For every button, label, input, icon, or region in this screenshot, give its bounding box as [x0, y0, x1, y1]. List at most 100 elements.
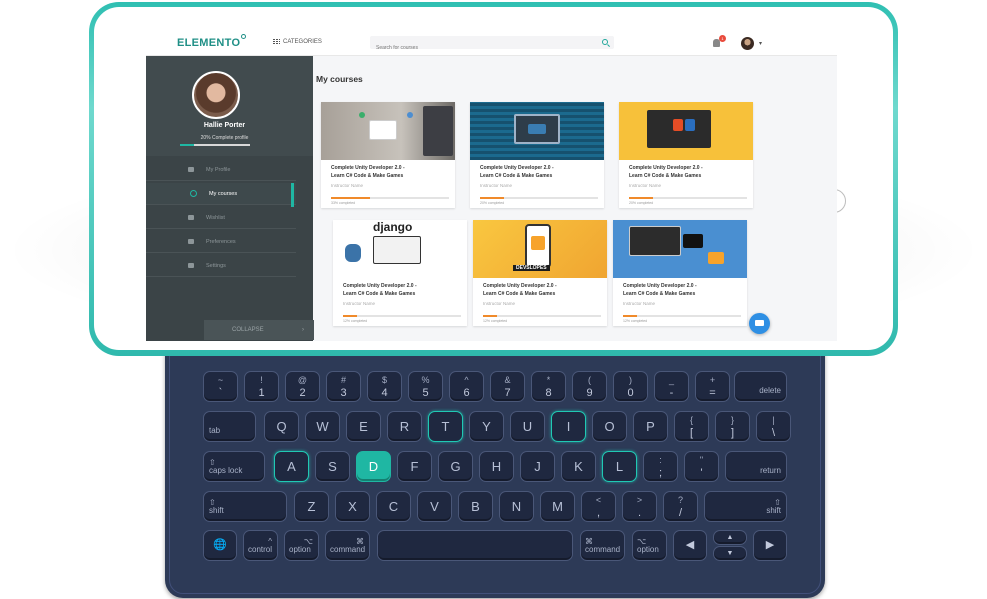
- sidebar-item-label: My courses: [209, 190, 238, 197]
- collapse-label: COLLAPSE: [232, 327, 264, 333]
- categories-label: CATEGORIES: [283, 39, 322, 45]
- key-y[interactable]: Y: [469, 411, 504, 442]
- course-card[interactable]: Complete Unity Developer 2.0 - Learn C# …: [613, 220, 747, 326]
- key-8[interactable]: * 8: [531, 371, 566, 402]
- key-l[interactable]: L: [602, 451, 637, 482]
- course-card[interactable]: Complete Unity Developer 2.0 - Learn C# …: [321, 102, 455, 208]
- key-command-left[interactable]: command ⌘: [325, 530, 370, 561]
- logo[interactable]: ELEMENTO: [177, 37, 240, 49]
- instructor-name: Instructor Name: [623, 301, 656, 306]
- sidebar-item-preferences[interactable]: Preferences: [146, 231, 296, 253]
- key-globe[interactable]: 🌐: [203, 530, 237, 561]
- key-sym-r4-1[interactable]: >.: [622, 491, 657, 522]
- key-t[interactable]: T: [428, 411, 463, 442]
- key-3[interactable]: #3: [326, 371, 361, 402]
- course-thumbnail: [321, 102, 455, 160]
- key-5[interactable]: % 5: [408, 371, 443, 402]
- key-tab[interactable]: tab: [203, 411, 256, 442]
- key-4[interactable]: $4: [367, 371, 402, 402]
- key-g[interactable]: G: [438, 451, 473, 482]
- key-r[interactable]: R: [387, 411, 422, 442]
- key-d[interactable]: D: [356, 451, 391, 482]
- key-option[interactable]: option ⌥: [284, 530, 319, 561]
- thumbnail-text: django: [373, 220, 413, 234]
- key-e[interactable]: E: [346, 411, 381, 442]
- key-12[interactable]: + =: [695, 371, 730, 402]
- key-9[interactable]: (9: [572, 371, 607, 402]
- key-n[interactable]: N: [499, 491, 534, 522]
- sidebar-item-settings[interactable]: Settings: [146, 255, 296, 277]
- key-arrow-left[interactable]: ◀: [673, 530, 707, 561]
- course-thumbnail: [619, 102, 753, 160]
- sidebar-item-wishlist[interactable]: Wishlist: [146, 207, 296, 229]
- key-sym-r3-1[interactable]: " ': [684, 451, 719, 482]
- key-sym-r4-2[interactable]: ? /: [663, 491, 698, 522]
- profile-avatar[interactable]: [192, 71, 240, 119]
- key-c[interactable]: C: [376, 491, 411, 522]
- avatar[interactable]: [741, 37, 754, 50]
- key-option-right[interactable]: option ⌥: [632, 530, 667, 561]
- key-w[interactable]: W: [305, 411, 340, 442]
- key-1[interactable]: ! 1: [244, 371, 279, 402]
- key-q[interactable]: Q: [264, 411, 299, 442]
- key-6[interactable]: ^ 6: [449, 371, 484, 402]
- key-arrow-right[interactable]: ▶: [753, 530, 787, 561]
- progress-label: 12% completed: [343, 318, 368, 323]
- key-h[interactable]: H: [479, 451, 514, 482]
- key-p[interactable]: P: [633, 411, 668, 442]
- key-caps-lock[interactable]: ⇧ caps lock: [203, 451, 265, 482]
- progress-label: 12% completed: [623, 318, 648, 323]
- key-sym-r2-2[interactable]: | \: [756, 411, 791, 442]
- key-k[interactable]: K: [561, 451, 596, 482]
- key-z[interactable]: Z: [294, 491, 329, 522]
- key-space[interactable]: [377, 530, 573, 561]
- topbar: ELEMENTO CATEGORIES 1 ▾: [146, 31, 837, 56]
- key-2[interactable]: @2: [285, 371, 320, 402]
- key-shift-left[interactable]: ⇧ shift: [203, 491, 287, 522]
- key-b[interactable]: B: [458, 491, 493, 522]
- key-sym-r2-0[interactable]: {[: [674, 411, 709, 442]
- progress-label: 33% completed: [331, 200, 356, 205]
- search-icon[interactable]: [602, 39, 608, 45]
- key-11[interactable]: _ -: [654, 371, 689, 402]
- key-sym-r3-0[interactable]: :;: [643, 451, 678, 482]
- key-shift-right[interactable]: ⇧ shift: [704, 491, 787, 522]
- key-10[interactable]: ) 0: [613, 371, 648, 402]
- course-card[interactable]: django Complete Unity Developer 2.0 - Le…: [333, 220, 467, 326]
- key-i[interactable]: I: [551, 411, 586, 442]
- key-0[interactable]: ~ `: [203, 371, 238, 402]
- key-o[interactable]: O: [592, 411, 627, 442]
- course-card[interactable]: Complete Unity Developer 2.0 - Learn C# …: [470, 102, 604, 208]
- sidebar-item-label: Settings: [206, 262, 226, 269]
- course-card[interactable]: Complete Unity Developer 2.0 - Learn C# …: [619, 102, 753, 208]
- key-control[interactable]: control ^: [243, 530, 278, 561]
- key-x[interactable]: X: [335, 491, 370, 522]
- key-return[interactable]: return: [725, 451, 787, 482]
- key-u[interactable]: U: [510, 411, 545, 442]
- sidebar-item-my-courses[interactable]: My courses: [146, 183, 296, 205]
- sidebar-item-my-profile[interactable]: My Profile: [146, 159, 296, 181]
- profile-panel: Hallie Porter 20% Complete profile: [146, 56, 313, 156]
- search-input[interactable]: [370, 41, 590, 55]
- key-command-right[interactable]: command ⌘: [580, 530, 625, 561]
- key-m[interactable]: M: [540, 491, 575, 522]
- course-card[interactable]: DEVSLOPES Complete Unity Developer 2.0 -…: [473, 220, 607, 326]
- key-arrow-down[interactable]: ▼: [713, 546, 747, 561]
- chevron-down-icon[interactable]: ▾: [759, 40, 762, 47]
- key-delete[interactable]: delete: [734, 371, 787, 402]
- collapse-button[interactable]: COLLAPSE ›: [204, 320, 314, 340]
- key-s[interactable]: S: [315, 451, 350, 482]
- key-a[interactable]: A: [274, 451, 309, 482]
- course-thumbnail: [470, 102, 604, 160]
- key-v[interactable]: V: [417, 491, 452, 522]
- key-sym-r2-1[interactable]: }]: [715, 411, 750, 442]
- key-f[interactable]: F: [397, 451, 432, 482]
- chat-button[interactable]: [749, 313, 770, 334]
- key-arrow-up[interactable]: ▲: [713, 530, 747, 545]
- key-sym-r4-0[interactable]: <,: [581, 491, 616, 522]
- key-j[interactable]: J: [520, 451, 555, 482]
- categories-menu[interactable]: CATEGORIES: [273, 39, 322, 45]
- key-7[interactable]: & 7: [490, 371, 525, 402]
- instructor-name: Instructor Name: [343, 301, 376, 306]
- profile-progress-bar: [180, 144, 250, 146]
